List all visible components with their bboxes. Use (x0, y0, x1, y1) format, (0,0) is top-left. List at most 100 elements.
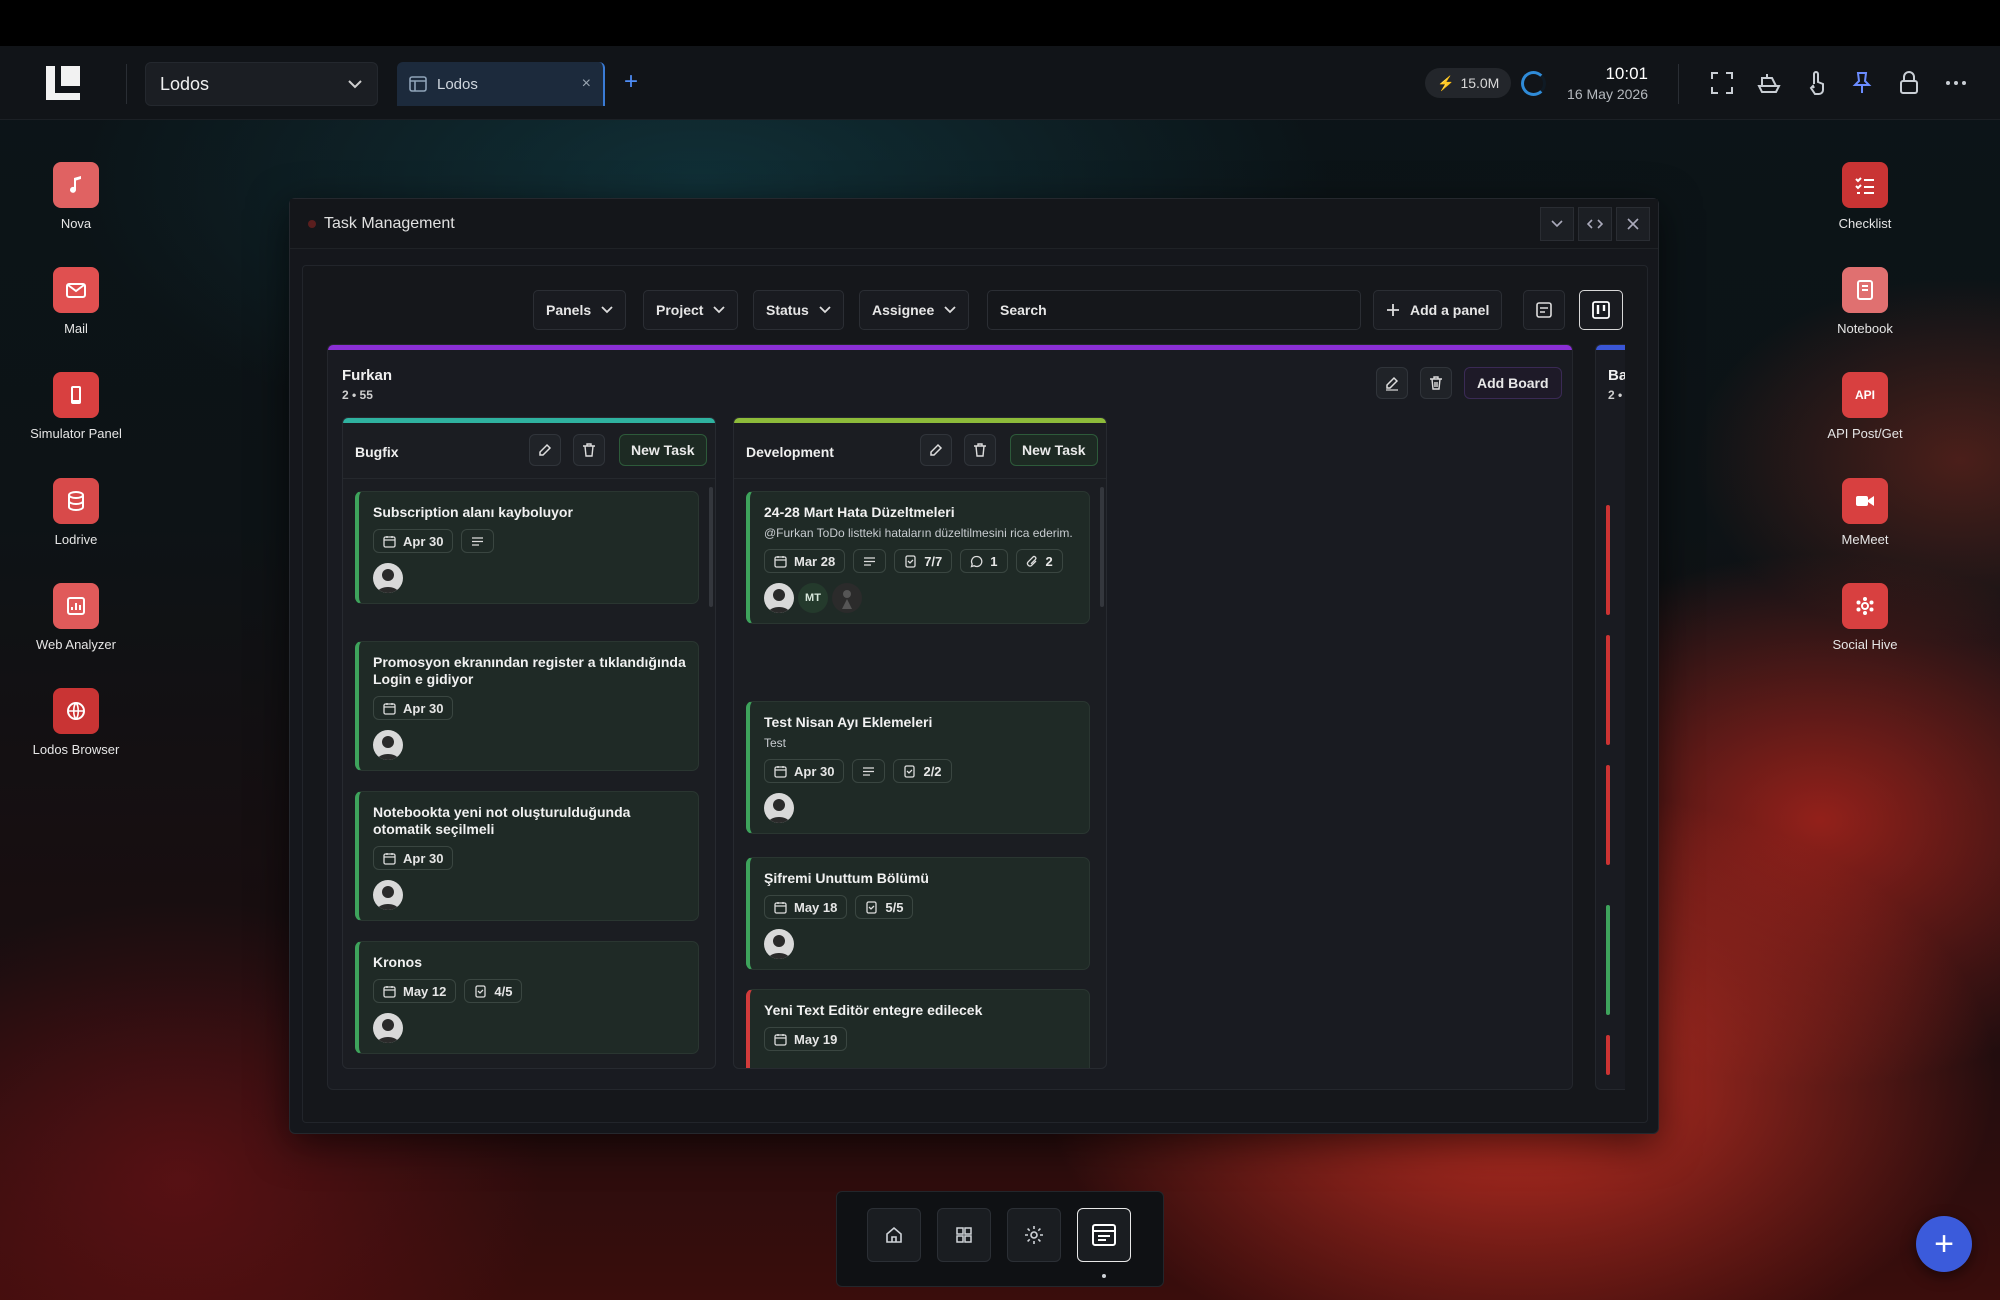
task-card[interactable]: Yeni Text Editör entegre edilecek May 19 (746, 989, 1090, 1068)
panels-filter[interactable]: Panels (533, 290, 627, 330)
home-button[interactable] (867, 1208, 921, 1262)
task-management-button[interactable] (1077, 1208, 1131, 1262)
status-filter[interactable]: Status (753, 290, 844, 330)
search-input[interactable]: Search (987, 290, 1361, 330)
avatar (832, 583, 862, 613)
avatar (764, 793, 794, 823)
divider (1678, 64, 1679, 104)
checklist-progress: 2/2 (923, 763, 942, 779)
edit-board-button[interactable] (1376, 367, 1408, 399)
add-board-button[interactable]: Add Board (1464, 367, 1562, 399)
scrollbar[interactable] (709, 487, 713, 607)
panel-accent-bar (343, 418, 715, 423)
delete-panel-button[interactable] (964, 434, 996, 466)
avatar (373, 563, 403, 593)
dock-app-checklist[interactable]: Checklist (1810, 162, 1920, 231)
new-task-button[interactable]: New Task (619, 434, 707, 466)
dock-app-mail[interactable]: Mail (21, 267, 131, 336)
ship-icon[interactable] (1756, 70, 1782, 96)
card-edge (1606, 905, 1610, 1015)
more-icon[interactable] (1943, 70, 1969, 96)
task-title: Test Nisan Ayı Eklemeleri (764, 714, 933, 730)
dock-app-label: Notebook (1837, 321, 1893, 336)
edit-panel-button[interactable] (920, 434, 952, 466)
board-view-button[interactable] (1579, 290, 1623, 330)
new-task-button[interactable]: New Task (1010, 434, 1098, 466)
dock-app-web-analyzer[interactable]: Web Analyzer (21, 583, 131, 652)
board-accent-bar (328, 345, 1572, 350)
workspace-select[interactable]: Lodos (145, 62, 378, 106)
scrollbar[interactable] (1100, 487, 1104, 607)
project-filter[interactable]: Project (643, 290, 739, 330)
task-card[interactable]: Şifremi Unuttum Bölümü May 18 5/5 (746, 857, 1090, 970)
window-titlebar[interactable]: Task Management (290, 199, 1658, 249)
code-view-button[interactable] (1578, 207, 1612, 241)
dock-app-simulator-panel[interactable]: Simulator Panel (21, 372, 131, 441)
settings-button[interactable] (1007, 1208, 1061, 1262)
minimize-button[interactable] (1540, 207, 1574, 241)
top-black-strip (0, 0, 2000, 46)
list-view-button[interactable] (1523, 290, 1565, 330)
dock-app-memeet[interactable]: MeMeet (1810, 478, 1920, 547)
dock-app-notebook[interactable]: Notebook (1810, 267, 1920, 336)
delete-board-button[interactable] (1420, 367, 1452, 399)
task-card[interactable]: Promosyon ekranından register a tıklandı… (355, 641, 699, 771)
phone-icon (53, 372, 99, 418)
fullscreen-icon[interactable] (1709, 70, 1735, 96)
dock-app-lodrive[interactable]: Lodrive (21, 478, 131, 547)
chevron-down-icon (347, 79, 363, 89)
task-card[interactable]: Notebookta yeni not oluşturulduğunda oto… (355, 791, 699, 921)
database-icon (53, 478, 99, 524)
edit-icon (928, 442, 944, 458)
task-card[interactable]: Test Nisan Ayı Eklemeleri Test Apr 30 2/… (746, 701, 1090, 834)
due-date-chip: Mar 28 (764, 549, 846, 573)
due-date-chip: Apr 30 (373, 846, 454, 870)
dock-app-nova[interactable]: Nova (21, 162, 131, 231)
close-window-button[interactable] (1616, 207, 1650, 241)
avatar (373, 880, 403, 910)
music-note-icon (53, 162, 99, 208)
task-card[interactable]: 24-28 Mart Hata Düzeltmeleri @Furkan ToD… (746, 491, 1090, 624)
board-title: Ba (1608, 367, 1625, 384)
board-icon (409, 75, 427, 93)
dock-app-api-post-get[interactable]: API API Post/Get (1810, 372, 1920, 441)
trash-icon (1428, 375, 1444, 391)
task-board-icon (1091, 1223, 1117, 1247)
video-icon (1842, 478, 1888, 524)
mail-icon (53, 267, 99, 313)
home-icon (884, 1225, 904, 1245)
close-tab-icon[interactable]: × (582, 75, 591, 93)
window-status-dot (308, 220, 316, 228)
gear-icon (1023, 1224, 1045, 1246)
chevron-down-icon (713, 306, 726, 314)
energy-badge: ⚡ 15.0M (1425, 68, 1512, 98)
calendar-icon (774, 1033, 787, 1046)
hand-pointer-icon[interactable] (1803, 70, 1829, 96)
task-card[interactable]: Subscription alanı kayboluyor Apr 30 (355, 491, 699, 604)
edit-panel-button[interactable] (529, 434, 561, 466)
apps-grid-button[interactable] (937, 1208, 991, 1262)
lock-icon[interactable] (1896, 70, 1922, 96)
dock-app-label: Lodos Browser (32, 742, 120, 757)
add-tab-button[interactable]: + (624, 70, 638, 94)
pin-icon[interactable] (1849, 70, 1875, 96)
clock-date: 16 May 2026 (1567, 86, 1648, 102)
description-icon (863, 555, 876, 568)
api-icon: API (1842, 372, 1888, 418)
add-floating-button[interactable]: + (1916, 1216, 1972, 1272)
app-logo[interactable] (44, 64, 82, 102)
tab-lodos[interactable]: Lodos × (397, 62, 605, 106)
dock-app-social-hive[interactable]: Social Hive (1810, 583, 1920, 652)
panel-title: Development (746, 444, 834, 460)
comment-count: 1 (990, 553, 998, 569)
sync-indicator (1521, 71, 1546, 96)
dock-app-lodos-browser[interactable]: Lodos Browser (21, 688, 131, 757)
globe-icon (53, 688, 99, 734)
due-date-chip: Apr 30 (373, 529, 454, 553)
task-card[interactable]: Kronos May 12 4/5 (355, 941, 699, 1054)
assignee-filter[interactable]: Assignee (859, 290, 970, 330)
delete-panel-button[interactable] (573, 434, 605, 466)
add-panel-button[interactable]: Add a panel (1373, 290, 1503, 330)
description-icon (471, 535, 484, 548)
checklist-icon (903, 764, 916, 778)
